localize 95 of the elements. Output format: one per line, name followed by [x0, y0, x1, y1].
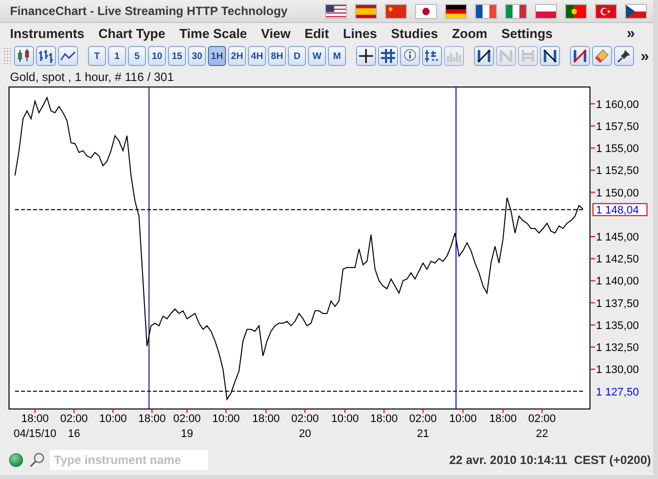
search-icon — [29, 452, 45, 468]
x-axis-label: 10:00 — [99, 413, 127, 425]
chart-caption: Gold, spot , 1 hour, # 116 / 301 — [9, 69, 175, 85]
y-axis-label: 1 127,50 — [596, 386, 639, 398]
date-label: 19 — [180, 428, 194, 440]
timeframe-button[interactable]: D — [288, 46, 306, 66]
y-axis-label: 1 155,00 — [596, 143, 639, 156]
y-axis-label: 1 135,00 — [596, 320, 639, 332]
connection-status-icon — [8, 452, 24, 468]
x-axis-label: 10:00 — [449, 413, 477, 425]
y-axis-label: 1 160,00 — [596, 98, 639, 111]
y-axis-label: 1 150,00 — [596, 187, 639, 200]
view-tool-button[interactable] — [356, 46, 376, 66]
x-axis-label: 18:00 — [138, 413, 166, 425]
timeframe-button[interactable]: T — [88, 46, 106, 66]
timeframe-button[interactable]: W — [308, 46, 326, 66]
timeframe-button[interactable]: 5 — [128, 46, 146, 66]
x-axis-label: 18:00 — [252, 413, 280, 425]
parallel-lines-icon — [520, 48, 536, 64]
x-axis-label: 02:00 — [291, 413, 319, 425]
y-axis-label: 1 142,50 — [596, 254, 639, 266]
menu-item[interactable]: Chart Type — [98, 26, 166, 40]
timeframe-button[interactable]: 4H — [248, 46, 266, 66]
y-axis-label: 1 152,50 — [596, 165, 639, 178]
flag-icon[interactable] — [625, 4, 647, 18]
info-icon — [402, 48, 418, 64]
y-axis-label: 1 130,00 — [596, 364, 639, 376]
chart-type-button[interactable] — [58, 46, 78, 66]
menu-item[interactable]: Lines — [343, 26, 377, 40]
trendline-icon — [476, 48, 492, 64]
menu-item[interactable]: View — [261, 26, 290, 40]
x-axis-label: 10:00 — [331, 413, 359, 425]
timeframe-button[interactable]: M — [328, 46, 346, 66]
flag-icon[interactable] — [415, 4, 437, 18]
date-label: 04/15/10 — [14, 428, 56, 440]
x-axis-label: 10:00 — [212, 413, 240, 425]
chart-type-button[interactable] — [36, 46, 56, 66]
pin-button[interactable] — [614, 46, 634, 66]
candlestick-icon — [16, 48, 32, 64]
x-axis-label: 02:00 — [528, 413, 556, 425]
pin-icon — [616, 48, 632, 64]
timeframe-button[interactable]: 10 — [148, 46, 166, 66]
flag-icon[interactable] — [325, 4, 347, 18]
y-axis-label: 1 145,00 — [596, 232, 639, 244]
x-axis-label: 02:00 — [173, 413, 201, 425]
y-axis-label: 1 132,50 — [596, 342, 639, 354]
delete-lines-button[interactable] — [570, 46, 590, 66]
eraser-button[interactable] — [592, 46, 612, 66]
instrument-search-field[interactable]: Type instrument name — [50, 450, 208, 470]
timeframe-button[interactable]: 15 — [168, 46, 186, 66]
chart-type-button[interactable] — [14, 46, 34, 66]
x-axis-label: 02:00 — [60, 413, 88, 425]
series-label: 1 148,04 — [596, 204, 639, 217]
line-tool-button[interactable] — [540, 46, 560, 66]
grid-icon — [380, 48, 396, 64]
menu-item[interactable]: Edit — [304, 26, 329, 40]
date-label: 16 — [68, 428, 80, 440]
reverse-trendline-icon — [542, 48, 558, 64]
y-axis-label: 1 140,00 — [596, 276, 639, 288]
x-axis-label: 18:00 — [370, 413, 398, 425]
x-axis-label: 18:00 — [489, 413, 517, 425]
timeframe-button[interactable]: 8H — [268, 46, 286, 66]
menu-item[interactable]: Zoom — [452, 26, 488, 40]
crosshair-icon — [358, 48, 374, 64]
channel-icon — [498, 48, 514, 64]
line-tool-button[interactable] — [474, 46, 494, 66]
crossed-lines-icon — [572, 48, 588, 64]
flag-icon[interactable] — [565, 4, 587, 18]
eraser-icon — [594, 48, 610, 64]
menu-item[interactable]: Studies — [390, 26, 438, 40]
price-tag: 1 148,04 — [592, 203, 648, 217]
date-label: 21 — [416, 428, 430, 440]
menu-item[interactable]: Instruments — [10, 26, 84, 40]
y-axis-label: 1 137,50 — [596, 298, 639, 310]
menu-item[interactable]: Settings — [501, 26, 553, 40]
menu-item[interactable]: Time Scale — [179, 26, 248, 40]
view-tool-button[interactable] — [422, 46, 442, 66]
x-axis-label: 18:00 — [21, 413, 49, 425]
flag-icon[interactable] — [475, 4, 497, 18]
clock-text: 22 avr. 2010 10:14:11 CEST (+0200) — [449, 453, 652, 467]
bar-chart-icon — [38, 48, 54, 64]
x-axis-label: 02:00 — [409, 413, 437, 425]
date-label: 20 — [298, 428, 312, 440]
flag-icon[interactable] — [445, 4, 467, 18]
timeframe-button[interactable]: 30 — [188, 46, 206, 66]
y-axis-label: 1 157,50 — [596, 120, 639, 133]
toolbar-overflow-button[interactable]: » — [640, 48, 653, 64]
timeframe-button[interactable]: 1H — [208, 46, 226, 66]
menu-overflow-button[interactable]: » — [626, 24, 643, 42]
window-title: FinanceChart - Live Streaming HTTP Technology — [10, 4, 289, 18]
scale-icon — [424, 48, 440, 64]
timeframe-button[interactable]: 1 — [108, 46, 126, 66]
view-tool-button[interactable] — [378, 46, 398, 66]
timeframe-button[interactable]: 2H — [228, 46, 246, 66]
date-label: 22 — [536, 428, 548, 440]
